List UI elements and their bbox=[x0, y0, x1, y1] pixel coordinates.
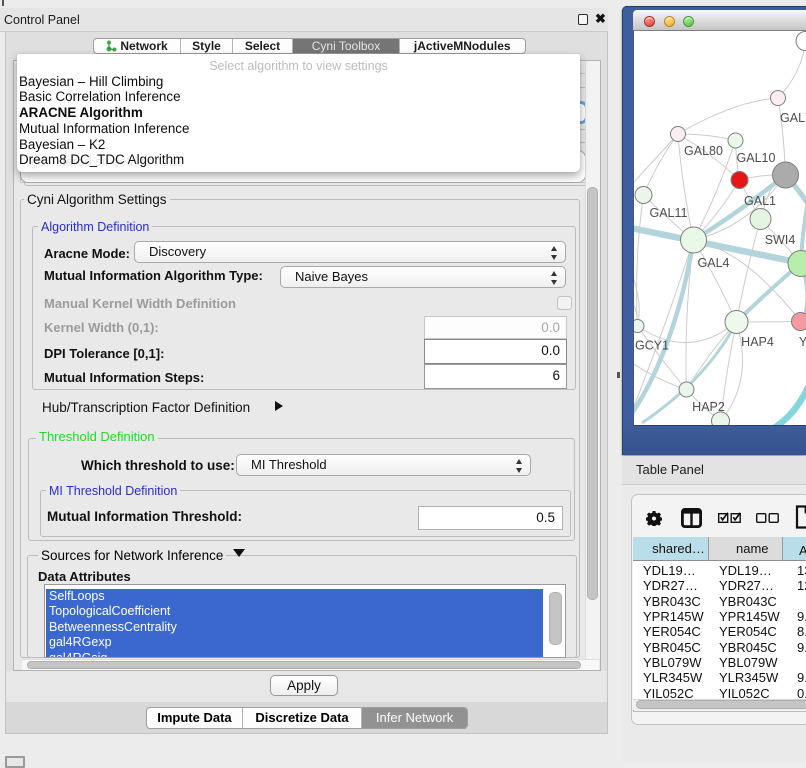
svg-text:HAP4: HAP4 bbox=[741, 335, 774, 349]
svg-text:GAL1: GAL1 bbox=[744, 194, 776, 208]
svg-text:GAL10: GAL10 bbox=[737, 151, 776, 165]
svg-text:Y: Y bbox=[799, 335, 806, 349]
svg-text:GAL4: GAL4 bbox=[698, 256, 730, 270]
svg-text:SWI4: SWI4 bbox=[765, 233, 796, 247]
svg-text:GAL7: GAL7 bbox=[780, 111, 806, 125]
svg-text:HAP2: HAP2 bbox=[692, 400, 725, 414]
svg-text:GAL11: GAL11 bbox=[650, 206, 688, 220]
svg-text:GAL80: GAL80 bbox=[684, 144, 723, 158]
svg-text:GCY1: GCY1 bbox=[635, 339, 669, 353]
